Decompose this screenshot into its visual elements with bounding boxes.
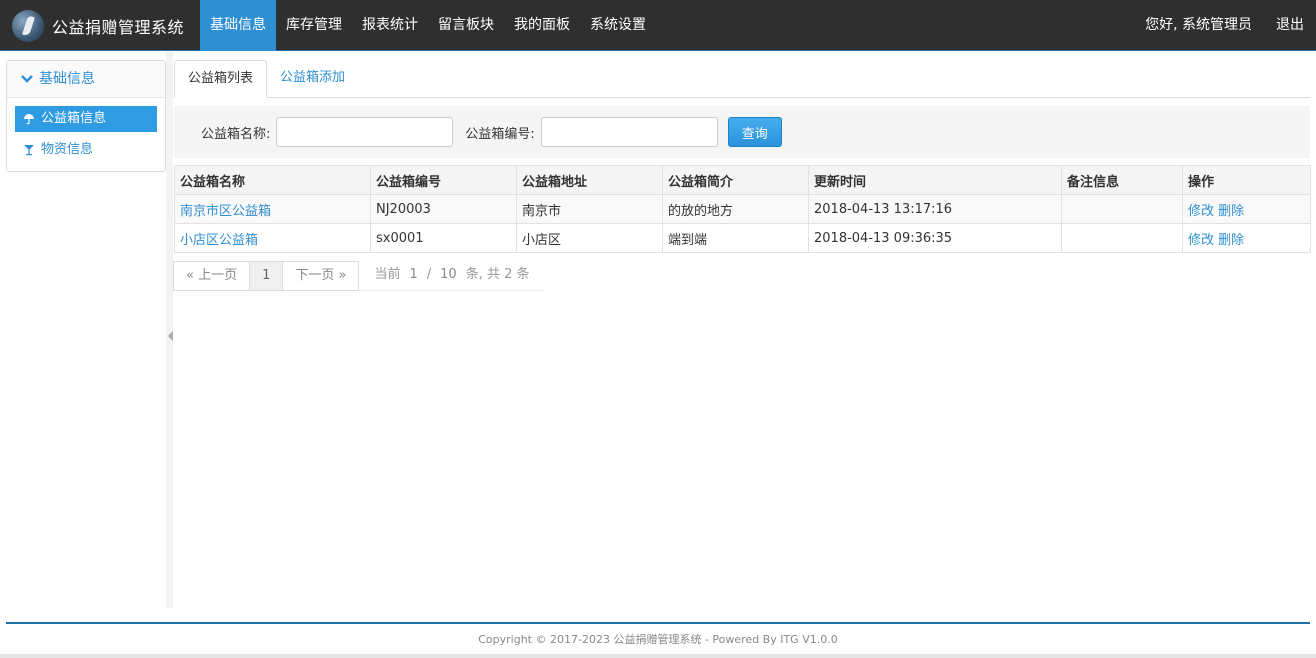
page-info-total: 条, 共 2 条 [465, 267, 530, 282]
box-intro-cell: 的放的地方 [662, 194, 809, 224]
box-code-label: 公益箱编号: [465, 126, 535, 142]
sidebar-header[interactable]: 基础信息 [7, 61, 165, 98]
nav-item-my-panel[interactable]: 我的面板 [504, 0, 580, 51]
edit-link[interactable]: 修改 [1188, 233, 1214, 248]
next-page-button[interactable]: 下一页 » [282, 261, 360, 291]
sidebar-item-label: 公益箱信息 [41, 111, 107, 126]
box-code-cell: sx0001 [370, 223, 517, 253]
updated-time-cell: 2018-04-13 13:17:16 [808, 194, 1062, 224]
updated-time-cell: 2018-04-13 09:36:35 [808, 223, 1062, 253]
edit-link[interactable]: 修改 [1188, 204, 1214, 219]
remark-cell [1061, 223, 1183, 253]
top-navbar: 公益捐赠管理系统 基础信息 库存管理 报表统计 留言板块 我的面板 系统设置 您… [0, 0, 1316, 51]
box-table: 公益箱名称 公益箱编号 公益箱地址 公益箱简介 更新时间 备注信息 操作 南京市… [174, 165, 1311, 253]
footer-divider [6, 622, 1310, 624]
sidebar-item-materials[interactable]: 物资信息 [15, 137, 157, 163]
sidebar-item-label: 物资信息 [41, 142, 94, 157]
brand[interactable]: 公益捐赠管理系统 [12, 9, 184, 43]
column-header[interactable]: 公益箱编号 [370, 165, 517, 195]
sidebar: 基础信息 公益箱信息 物资信息 [6, 60, 166, 172]
tab-box-add[interactable]: 公益箱添加 [267, 60, 358, 98]
column-header[interactable]: 备注信息 [1061, 165, 1183, 195]
tab-bar: 公益箱列表 公益箱添加 [174, 60, 1310, 98]
main-menu: 基础信息 库存管理 报表统计 留言板块 我的面板 系统设置 [200, 0, 656, 51]
tab-box-list[interactable]: 公益箱列表 [174, 60, 268, 98]
box-name-input[interactable] [276, 117, 454, 147]
table-header-row: 公益箱名称 公益箱编号 公益箱地址 公益箱简介 更新时间 备注信息 操作 [174, 165, 1311, 195]
page-info-current-label: 当前 [374, 267, 401, 282]
box-name-link[interactable]: 南京市区公益箱 [174, 194, 371, 224]
page-size-input[interactable]: 10 [440, 261, 457, 290]
sidebar-splitter[interactable] [166, 52, 173, 608]
page-info-separator: / [426, 267, 432, 282]
table-row: 小店区公益箱 sx0001 小店区 端到端 2018-04-13 09:36:3… [174, 223, 1311, 253]
current-page-input[interactable]: 1 [409, 261, 417, 290]
table-row: 南京市区公益箱 NJ20003 南京市 的放的地方 2018-04-13 13:… [174, 194, 1311, 224]
nav-item-basic-info[interactable]: 基础信息 [200, 0, 276, 51]
user-menu: 您好, 系统管理员 退出 [1133, 0, 1316, 51]
box-address-cell: 南京市 [516, 194, 663, 224]
app-title: 公益捐赠管理系统 [52, 18, 185, 37]
delete-link[interactable]: 删除 [1218, 233, 1244, 248]
page-info: 当前 1 / 10 条, 共 2 条 [359, 261, 543, 291]
sidebar-item-donation-box[interactable]: 公益箱信息 [15, 106, 157, 132]
actions-cell: 修改 删除 [1182, 194, 1311, 224]
footer-copyright: Copyright © 2017-2023 公益捐赠管理系统 - Powered… [478, 633, 838, 646]
logout-link[interactable]: 退出 [1264, 0, 1316, 51]
pagination: « 上一页 1 下一页 » 当前 1 / 10 条, 共 2 条 [173, 261, 543, 291]
box-code-input[interactable] [540, 117, 718, 147]
sidebar-header-label: 基础信息 [39, 70, 95, 87]
app-logo [12, 10, 44, 42]
nav-item-settings[interactable]: 系统设置 [580, 0, 656, 51]
box-code-cell: NJ20003 [370, 194, 517, 224]
nav-item-reports[interactable]: 报表统计 [352, 0, 428, 51]
box-intro-cell: 端到端 [662, 223, 809, 253]
nav-item-messages[interactable]: 留言板块 [428, 0, 504, 51]
column-header[interactable]: 公益箱地址 [516, 165, 663, 195]
prev-page-button[interactable]: « 上一页 [173, 261, 251, 291]
glass-icon [24, 145, 34, 156]
box-address-cell: 小店区 [516, 223, 663, 253]
box-name-link[interactable]: 小店区公益箱 [174, 223, 371, 253]
user-greeting[interactable]: 您好, 系统管理员 [1133, 0, 1264, 51]
remark-cell [1061, 194, 1183, 224]
actions-cell: 修改 删除 [1182, 223, 1311, 253]
sidebar-list: 公益箱信息 物资信息 [7, 98, 165, 163]
column-header[interactable]: 公益箱名称 [174, 165, 371, 195]
column-header: 操作 [1182, 165, 1311, 195]
bottom-edge [0, 654, 1316, 658]
collapse-arrow-icon[interactable] [168, 331, 173, 341]
search-button[interactable]: 查询 [727, 117, 782, 147]
umbrella-icon [24, 114, 34, 125]
delete-link[interactable]: 删除 [1218, 204, 1244, 219]
column-header[interactable]: 更新时间 [808, 165, 1062, 195]
column-header[interactable]: 公益箱简介 [662, 165, 809, 195]
chevron-down-icon [21, 75, 33, 83]
page-number-button[interactable]: 1 [249, 261, 284, 291]
box-name-label: 公益箱名称: [201, 126, 271, 142]
search-form: 公益箱名称: 公益箱编号: 查询 [174, 106, 1310, 158]
nav-item-inventory[interactable]: 库存管理 [276, 0, 352, 51]
